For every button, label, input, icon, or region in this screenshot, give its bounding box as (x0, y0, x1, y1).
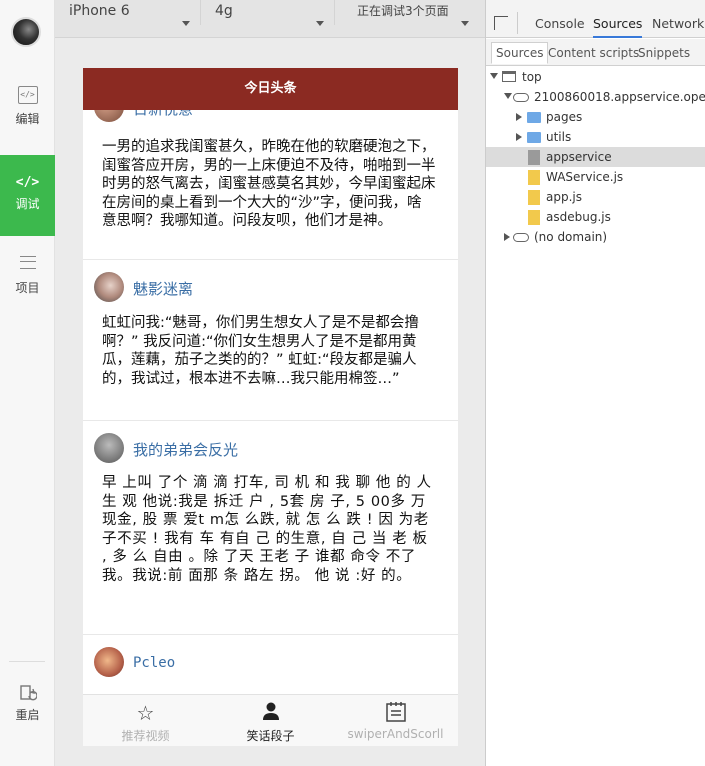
tree-item-label: top (522, 70, 542, 84)
sources-subtab-bar: Sources Content scripts Snippets (486, 39, 705, 66)
tab-swiper-and-scroll[interactable]: swiperAndScorll (333, 695, 458, 746)
post-text: 早 上叫 了个 滴 滴 打车, 司 机 和 我 聊 他 的 人 生 观 他说:我… (102, 475, 432, 584)
phone-screen: 今日头条 日新悦意 一男的追求我闺蜜甚久，昨晚在他的软磨硬泡之下，闺蜜答应开房，… (83, 68, 458, 746)
expand-arrow-icon (504, 93, 512, 99)
sidebar-item-debug[interactable]: </> 调试 (0, 155, 55, 236)
tab-label: 笑话段子 (246, 729, 295, 743)
post-username[interactable]: 日新悦意 (133, 110, 193, 119)
tab-recommend-video[interactable]: ☆ 推荐视频 (83, 695, 208, 746)
tree-item-label: app.js (546, 190, 582, 204)
tree-item-label: (no domain) (534, 230, 608, 244)
post-list[interactable]: 日新悦意 一男的追求我闺蜜甚久，昨晚在他的软磨硬泡之下，闺蜜答应开房，男的一上床… (83, 110, 458, 694)
tree-item-appjs[interactable]: app.js (486, 187, 705, 207)
post-username[interactable]: Pcleo (133, 655, 175, 671)
avatar (94, 433, 124, 463)
inspect-element-icon[interactable] (494, 16, 508, 30)
devtools-panel: Console Sources Network Sources Content … (485, 0, 705, 766)
chevron-down-icon (461, 21, 469, 26)
list-item[interactable]: 魅影迷离 虹虹问我:“魅哥，你们男生想女人了是不是都会撸啊？” 我反问道:“你们… (83, 260, 458, 421)
tree-item-domain[interactable]: 2100860018.appservice.open.we (486, 87, 705, 107)
js-file-icon (528, 170, 540, 185)
device-select-value: iPhone 6 (69, 3, 130, 19)
device-select[interactable]: iPhone 6 (55, 0, 201, 26)
divider (517, 12, 518, 34)
tab-network[interactable]: Network (652, 12, 704, 38)
network-select[interactable]: 4g (201, 0, 335, 26)
tree-item-waservice[interactable]: WAService.js (486, 167, 705, 187)
file-icon (528, 150, 540, 165)
tree-item-label: pages (546, 110, 583, 124)
page-debug-select[interactable]: 正在调试3个页面 (343, 0, 479, 26)
avatar (94, 647, 124, 677)
folder-icon (527, 132, 541, 143)
sidebar-item-restart[interactable]: 重启 (0, 684, 55, 764)
tree-item-label: 2100860018.appservice.open.we (534, 90, 705, 104)
sidebar-divider (9, 661, 45, 662)
subtab-snippets[interactable]: Snippets (638, 43, 690, 65)
list-icon (333, 701, 458, 725)
sidebar-item-project[interactable]: 项目 (0, 242, 55, 322)
tree-item-no-domain[interactable]: (no domain) (486, 227, 705, 247)
tree-item-utils[interactable]: utils (486, 127, 705, 147)
tree-item-label: appservice (546, 150, 612, 164)
post-username[interactable]: 魅影迷离 (133, 278, 193, 299)
chevron-down-icon (316, 21, 324, 26)
tree-item-top[interactable]: top (486, 67, 705, 87)
simulator-toolbar: iPhone 6 4g 正在调试3个页面 (55, 0, 485, 38)
chevron-down-icon (182, 21, 190, 26)
code-editor-icon: </> (17, 86, 38, 104)
tab-console[interactable]: Console (535, 12, 585, 38)
sidebar-item-label: 项目 (15, 281, 40, 295)
star-icon: ☆ (136, 701, 155, 725)
tab-label: 推荐视频 (121, 729, 170, 743)
js-file-icon (528, 190, 540, 205)
frame-icon (502, 71, 516, 82)
person-icon (208, 701, 333, 725)
list-item[interactable]: Pcleo (83, 635, 458, 694)
post-text: 一男的追求我闺蜜甚久，昨晚在他的软磨硬泡之下，闺蜜答应开房，男的一上床便迫不及待… (102, 139, 436, 229)
left-sidebar: </> 编辑 </> 调试 项目 重启 (0, 0, 55, 766)
tab-bar: ☆ 推荐视频 笑话段子 swiperAndScorll (83, 694, 458, 746)
collapse-arrow-icon (504, 233, 510, 241)
tab-sources[interactable]: Sources (593, 12, 643, 38)
nav-bar-title: 今日头条 (83, 68, 458, 110)
list-item[interactable]: 日新悦意 一男的追求我闺蜜甚久，昨晚在他的软磨硬泡之下，闺蜜答应开房，男的一上床… (83, 110, 458, 260)
user-avatar[interactable] (11, 17, 41, 47)
tree-item-pages[interactable]: pages (486, 107, 705, 127)
expand-arrow-icon (490, 73, 498, 79)
tree-item-label: asdebug.js (546, 210, 611, 224)
menu-lines-icon (19, 256, 36, 269)
tree-item-label: utils (546, 130, 572, 144)
cloud-icon (513, 93, 529, 102)
post-text: 虹虹问我:“魅哥，你们男生想女人了是不是都会撸啊？” 我反问道:“你们女生想男人… (102, 315, 419, 387)
post-username[interactable]: 我的弟弟会反光 (133, 439, 238, 460)
sidebar-item-label: 调试 (15, 197, 40, 211)
tree-item-asdebug[interactable]: asdebug.js (486, 207, 705, 227)
sidebar-item-edit[interactable]: </> 编辑 (0, 76, 55, 156)
devtools-tab-bar: Console Sources Network (486, 0, 705, 38)
sidebar-item-label: 重启 (15, 708, 40, 722)
network-select-value: 4g (215, 3, 233, 19)
restart-icon (19, 684, 38, 702)
avatar (94, 110, 124, 122)
js-file-icon (528, 210, 540, 225)
collapse-arrow-icon (516, 133, 522, 141)
cloud-icon (513, 233, 529, 242)
sidebar-item-label: 编辑 (15, 112, 40, 126)
subtab-sources[interactable]: Sources (491, 42, 549, 64)
simulator-panel: iPhone 6 4g 正在调试3个页面 今日头条 日新悦意 一男的追求我闺蜜甚… (55, 0, 485, 766)
list-item[interactable]: 我的弟弟会反光 早 上叫 了个 滴 滴 打车, 司 机 和 我 聊 他 的 人 … (83, 421, 458, 635)
tab-jokes[interactable]: 笑话段子 (208, 695, 333, 746)
subtab-content-scripts[interactable]: Content scripts (548, 43, 639, 65)
tab-label: swiperAndScorll (347, 727, 444, 741)
code-icon: </> (15, 175, 40, 190)
tree-item-appservice[interactable]: appservice (486, 147, 705, 167)
avatar (94, 272, 124, 302)
collapse-arrow-icon (516, 113, 522, 121)
tree-item-label: WAService.js (546, 170, 624, 184)
folder-icon (527, 112, 541, 123)
page-debug-select-value: 正在调试3个页面 (357, 4, 449, 18)
